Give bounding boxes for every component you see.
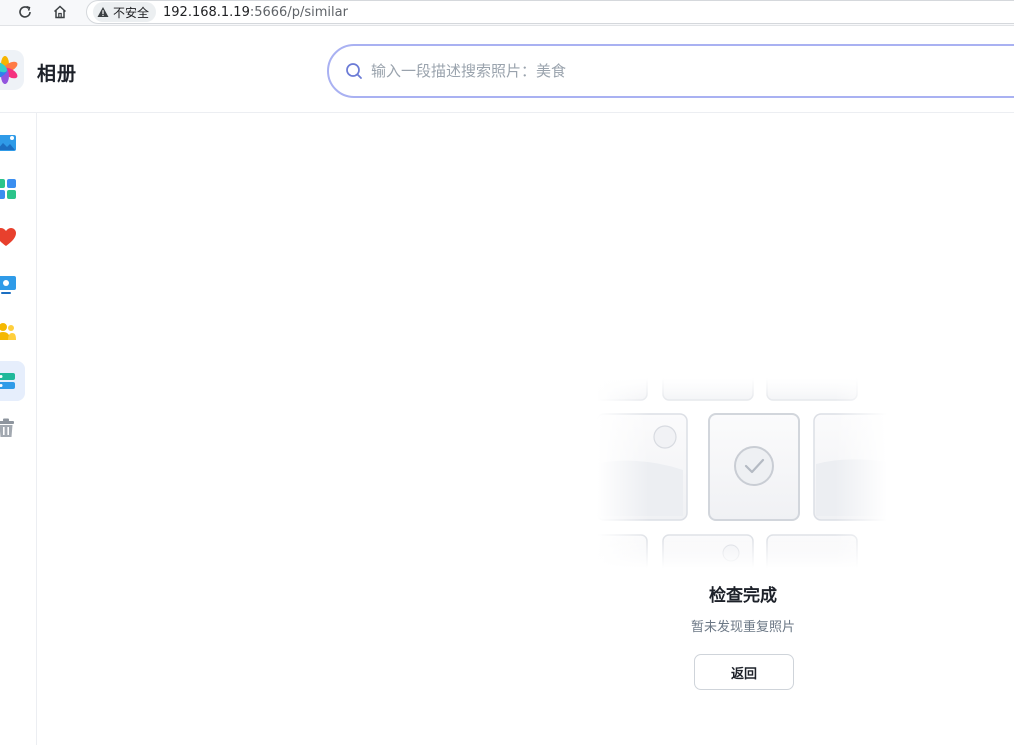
computer-icon bbox=[0, 276, 16, 294]
app-title: 相册 bbox=[37, 63, 78, 85]
sidebar-item-similar-photos[interactable] bbox=[0, 361, 25, 401]
home-icon[interactable] bbox=[48, 1, 72, 23]
empty-state-title: 检查完成 bbox=[709, 586, 777, 606]
url-text: 192.168.1.19:5666/p/similar bbox=[163, 5, 348, 20]
security-chip[interactable]: 不安全 bbox=[93, 2, 157, 22]
url-host: 192.168.1.19 bbox=[163, 4, 250, 20]
people-icon bbox=[0, 323, 16, 340]
browser-toolbar: 不安全 192.168.1.19:5666/p/similar bbox=[0, 0, 1014, 26]
url-path: :5666/p/similar bbox=[249, 4, 348, 20]
flower-logo-icon bbox=[0, 56, 18, 84]
reload-icon[interactable] bbox=[13, 1, 37, 23]
search-input[interactable] bbox=[371, 62, 971, 80]
trash-icon bbox=[0, 418, 14, 437]
photos-icon bbox=[0, 135, 16, 151]
search-box[interactable] bbox=[327, 44, 1014, 98]
app-header: 相册 bbox=[0, 26, 1014, 113]
sidebar-item-favorites[interactable] bbox=[0, 217, 25, 257]
sidebar-item-trash[interactable] bbox=[0, 408, 25, 448]
address-bar[interactable]: 不安全 192.168.1.19:5666/p/similar bbox=[86, 0, 1014, 24]
back-button[interactable]: 返回 bbox=[694, 654, 794, 690]
sidebar-item-photos[interactable] bbox=[0, 123, 25, 163]
app-logo bbox=[0, 50, 24, 90]
photo-grid-illustration bbox=[597, 378, 887, 568]
sidebar-item-albums[interactable] bbox=[0, 169, 25, 209]
similar-photos-icon bbox=[0, 373, 15, 389]
warning-icon bbox=[97, 7, 109, 17]
security-label: 不安全 bbox=[113, 5, 150, 20]
sidebar bbox=[0, 113, 37, 745]
sidebar-item-people[interactable] bbox=[0, 312, 25, 352]
favorites-heart-icon bbox=[0, 228, 16, 246]
empty-state-subtitle: 暂未发现重复照片 bbox=[690, 620, 795, 635]
sidebar-item-computer[interactable] bbox=[0, 265, 25, 305]
search-icon bbox=[346, 63, 362, 79]
albums-icon bbox=[0, 179, 16, 199]
